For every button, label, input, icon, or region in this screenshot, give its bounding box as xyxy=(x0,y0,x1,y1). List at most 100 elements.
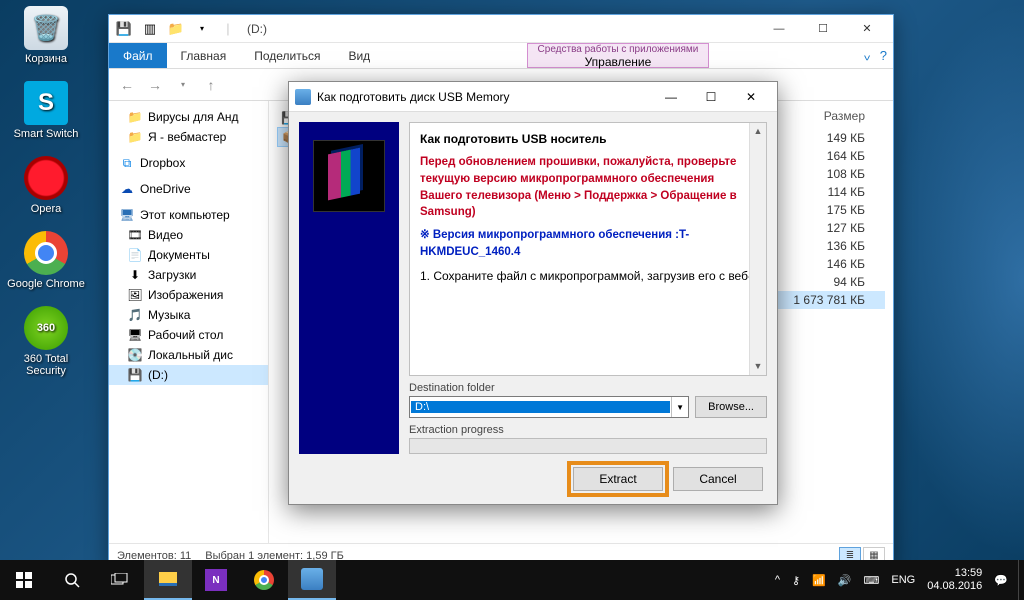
taskbar-onenote[interactable]: N xyxy=(192,560,240,600)
scroll-up-icon[interactable]: ▲ xyxy=(750,123,766,140)
ribbon-collapse-icon[interactable]: ^ xyxy=(864,48,870,63)
taskbar: N ^ ⚷ 📶 🔊 ⌨ ENG 13:59 04.08.2016 💬 xyxy=(0,560,1024,600)
sidebar-item-local-disk[interactable]: 💽Локальный дис xyxy=(109,345,268,365)
qat-properties-icon[interactable]: ▥ xyxy=(139,18,161,40)
sidebar-item-onedrive[interactable]: ☁OneDrive xyxy=(109,179,268,199)
nav-up-icon[interactable]: ↑ xyxy=(199,73,223,97)
destination-label: Destination folder xyxy=(409,382,767,394)
tab-manage[interactable]: Управление xyxy=(565,55,672,69)
desktop-icon-smart-switch[interactable]: S Smart Switch xyxy=(6,81,86,140)
sidebar-item-usb-d[interactable]: 💾 (D:) xyxy=(109,365,268,385)
minimize-button[interactable]: — xyxy=(757,15,801,43)
start-button[interactable] xyxy=(0,560,48,600)
sidebar-item-label: (D:) xyxy=(148,368,168,382)
recycle-bin-icon: 🗑️ xyxy=(24,6,68,50)
cancel-button[interactable]: Cancel xyxy=(673,467,763,491)
scrollbar[interactable]: ▲ ▼ xyxy=(749,123,766,375)
dialog-info-text: Как подготовить USB носитель Перед обнов… xyxy=(409,122,767,376)
explorer-icon xyxy=(159,572,177,586)
dialog-titlebar[interactable]: Как подготовить диск USB Memory — ☐ ✕ xyxy=(289,82,777,112)
drive-icon: 💾 xyxy=(113,18,135,40)
extract-button[interactable]: Extract xyxy=(573,467,663,491)
usb-icon: 💾 xyxy=(127,367,143,383)
music-icon: 🎵 xyxy=(127,307,143,323)
sidebar-item-label: Этот компьютер xyxy=(140,208,230,222)
extract-dialog: Как подготовить диск USB Memory — ☐ ✕ Ка… xyxy=(288,81,778,505)
desktop-icon-label: Smart Switch xyxy=(14,128,79,140)
scroll-down-icon[interactable]: ▼ xyxy=(750,358,766,375)
ribbon-tabs: Файл Главная Поделиться Вид Средства раб… xyxy=(109,43,893,68)
tab-share[interactable]: Поделиться xyxy=(240,43,334,68)
tray-language[interactable]: ENG xyxy=(891,574,915,586)
folder-icon: 📁 xyxy=(127,109,143,125)
dialog-close-button[interactable]: ✕ xyxy=(731,83,771,111)
help-icon[interactable]: ? xyxy=(880,48,887,63)
sidebar-item-label: OneDrive xyxy=(140,182,191,196)
action-center-icon[interactable]: 💬 xyxy=(994,574,1008,587)
tray-volume-icon[interactable]: 🔊 xyxy=(838,574,852,587)
nav-recent-icon[interactable]: ▾ xyxy=(171,73,195,97)
sidebar-item[interactable]: 📁Вирусы для Анд xyxy=(109,107,268,127)
dropbox-icon: ⧉ xyxy=(119,155,135,171)
progress-label: Extraction progress xyxy=(409,424,767,436)
tray-clock[interactable]: 13:59 04.08.2016 xyxy=(927,567,982,592)
desktop-icon-label: 360 Total Security xyxy=(6,353,86,377)
sidebar-item-videos[interactable]: 🎞Видео xyxy=(109,225,268,245)
chevron-down-icon[interactable]: ▼ xyxy=(671,397,688,417)
system-tray: ^ ⚷ 📶 🔊 ⌨ ENG 13:59 04.08.2016 💬 xyxy=(765,560,1018,600)
tab-home[interactable]: Главная xyxy=(167,43,241,68)
nav-forward-icon[interactable]: → xyxy=(143,73,167,97)
dialog-minimize-button[interactable]: — xyxy=(651,83,691,111)
tab-view[interactable]: Вид xyxy=(334,43,384,68)
sidebar-item-downloads[interactable]: ⬇Загрузки xyxy=(109,265,268,285)
sidebar-item-dropbox[interactable]: ⧉ Dropbox xyxy=(109,153,268,173)
desktop-icon-google-chrome[interactable]: Google Chrome xyxy=(6,231,86,290)
close-button[interactable]: ✕ xyxy=(845,15,889,43)
sidebar-item-label: Dropbox xyxy=(140,156,185,170)
info-heading: Как подготовить USB носитель xyxy=(420,131,756,148)
360-icon: 360 xyxy=(24,306,68,350)
sidebar-item-documents[interactable]: 📄Документы xyxy=(109,245,268,265)
info-version: ※ Версия микропрограммного обеспечения :… xyxy=(420,227,756,260)
taskbar-explorer[interactable] xyxy=(144,560,192,600)
chrome-icon xyxy=(24,231,68,275)
tray-keyboard-icon[interactable]: ⌨ xyxy=(864,574,880,587)
dialog-banner xyxy=(299,122,399,454)
task-view-button[interactable] xyxy=(96,560,144,600)
tray-wifi-icon[interactable]: 📶 xyxy=(812,574,826,587)
sidebar-item-label: Документы xyxy=(148,248,210,262)
dialog-maximize-button[interactable]: ☐ xyxy=(691,83,731,111)
explorer-titlebar[interactable]: 💾 ▥ 📁 ▾ | (D:) — ☐ ✕ xyxy=(109,15,893,43)
sidebar-item-music[interactable]: 🎵 Музыка xyxy=(109,305,268,325)
taskbar-chrome[interactable] xyxy=(240,560,288,600)
sidebar-item-label: Локальный дис xyxy=(148,348,233,362)
sidebar-item-label: Музыка xyxy=(148,308,190,322)
desktop-icon-recycle-bin[interactable]: 🗑️ Корзина xyxy=(6,6,86,65)
browse-button[interactable]: Browse... xyxy=(695,396,767,418)
tab-file[interactable]: Файл xyxy=(109,43,167,68)
desktop-icon-opera[interactable]: Opera xyxy=(6,156,86,215)
downloads-icon: ⬇ xyxy=(127,267,143,283)
video-icon: 🎞 xyxy=(127,227,143,243)
chrome-icon xyxy=(254,570,274,590)
sidebar-item-desktop[interactable]: 🖥Рабочий стол xyxy=(109,325,268,345)
search-icon xyxy=(64,572,80,588)
search-button[interactable] xyxy=(48,560,96,600)
destination-combobox[interactable]: D:\ ▼ xyxy=(409,396,689,418)
qat-dropdown-icon[interactable]: ▾ xyxy=(191,18,213,40)
sidebar-item-label: Я - вебмастер xyxy=(148,130,226,144)
desktop-icon-360-total-security[interactable]: 360 360 Total Security xyxy=(6,306,86,377)
sidebar-item[interactable]: 📁 Я - вебмастер xyxy=(109,127,268,147)
desktop-icon-label: Корзина xyxy=(25,53,67,65)
maximize-button[interactable]: ☐ xyxy=(801,15,845,43)
qat-newfolder-icon[interactable]: 📁 xyxy=(165,18,187,40)
show-desktop-button[interactable] xyxy=(1018,560,1024,600)
taskbar-samsung-app[interactable] xyxy=(288,560,336,600)
sidebar-item-this-pc[interactable]: 🖥Этот компьютер xyxy=(109,205,268,225)
folder-icon: 📁 xyxy=(127,129,143,145)
tray-network-icon[interactable]: ⚷ xyxy=(792,574,800,587)
sidebar-item-label: Изображения xyxy=(148,288,223,302)
nav-back-icon[interactable]: ← xyxy=(115,73,139,97)
sidebar-item-pictures[interactable]: 🖼Изображения xyxy=(109,285,268,305)
tray-chevron-icon[interactable]: ^ xyxy=(775,574,780,586)
